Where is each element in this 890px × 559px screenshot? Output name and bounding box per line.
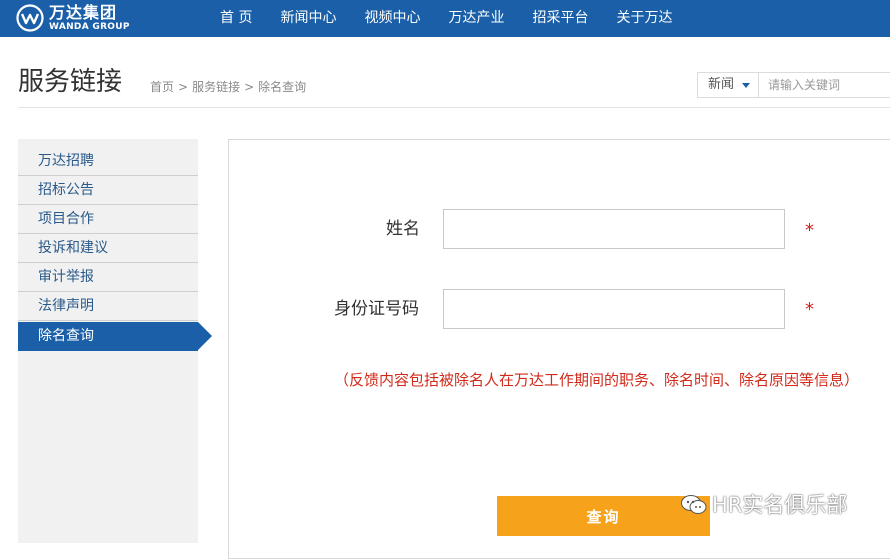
logo-chinese-text: 万达集团 <box>49 3 118 22</box>
breadcrumb-service-links[interactable]: 服务链接 <box>192 80 240 94</box>
feedback-notice: （反馈内容包括被除名人在万达工作期间的职务、除名时间、除名原因等信息） <box>334 371 860 389</box>
nav-news-center[interactable]: 新闻中心 <box>266 0 350 37</box>
name-required-mark: * <box>805 220 814 241</box>
breadcrumb-home[interactable]: 首页 <box>150 80 174 94</box>
breadcrumb-current: 除名查询 <box>258 80 307 94</box>
watermark-text: HR实名俱乐部 <box>712 493 848 517</box>
id-number-required-mark: * <box>805 299 814 320</box>
search-box: 新闻 <box>697 72 890 98</box>
page-title: 服务链接 <box>18 67 123 97</box>
nav-wanda-industry[interactable]: 万达产业 <box>434 0 518 37</box>
sidebar-item-complaints[interactable]: 投诉和建议 <box>18 234 198 263</box>
wanda-logo[interactable]: 万达集团 WANDA GROUP <box>16 3 140 35</box>
sidebar-item-legal-statement[interactable]: 法律声明 <box>18 292 198 321</box>
caret-down-icon <box>742 83 750 88</box>
sidebar: 万达招聘 招标公告 项目合作 投诉和建议 审计举报 法律声明 除名查询 <box>18 139 198 543</box>
query-button[interactable]: 查询 <box>497 496 710 536</box>
name-label: 姓名 <box>386 219 420 239</box>
logo-english-text: WANDA GROUP <box>49 22 130 32</box>
search-input[interactable] <box>760 73 890 97</box>
nav-home[interactable]: 首 页 <box>206 0 266 37</box>
breadcrumb-separator: > <box>178 80 189 94</box>
nav-about-wanda[interactable]: 关于万达 <box>602 0 686 37</box>
nav-video-center[interactable]: 视频中心 <box>350 0 434 37</box>
sidebar-item-recruitment[interactable]: 万达招聘 <box>18 147 198 176</box>
sidebar-item-bidding-notice[interactable]: 招标公告 <box>18 176 198 205</box>
id-number-field[interactable] <box>443 289 785 329</box>
wanda-logo-icon <box>16 4 44 32</box>
breadcrumb: 首页 > 服务链接 > 除名查询 <box>150 79 306 95</box>
wechat-icon <box>681 495 707 514</box>
sidebar-item-dismissal-lookup[interactable]: 除名查询 <box>18 322 198 351</box>
breadcrumb-separator: > <box>244 80 255 94</box>
nav-procurement-platform[interactable]: 招采平台 <box>518 0 602 37</box>
sidebar-item-project-cooperation[interactable]: 项目合作 <box>18 205 198 234</box>
search-category-select[interactable]: 新闻 <box>698 73 759 97</box>
main-nav: 首 页 新闻中心 视频中心 万达产业 招采平台 关于万达 <box>206 0 686 37</box>
header-divider <box>18 107 890 108</box>
sidebar-item-audit-report[interactable]: 审计举报 <box>18 263 198 292</box>
active-item-arrow <box>198 322 212 350</box>
id-number-label: 身份证号码 <box>334 299 419 319</box>
name-field[interactable] <box>443 209 785 249</box>
top-nav-bar: 万达集团 WANDA GROUP 首 页 新闻中心 视频中心 万达产业 招采平台… <box>0 0 890 37</box>
search-category-label: 新闻 <box>708 77 735 92</box>
